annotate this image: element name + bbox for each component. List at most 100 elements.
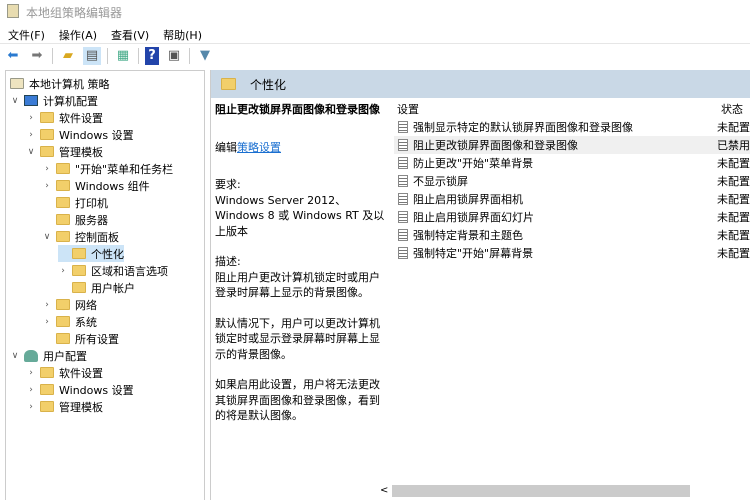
policy-icon bbox=[398, 247, 408, 259]
folder-icon bbox=[72, 282, 86, 293]
menu-help[interactable]: 帮助(H) bbox=[163, 27, 202, 43]
table-row[interactable]: 阻止启用锁屏界面相机 未配置 bbox=[394, 190, 750, 208]
tree-item[interactable]: 所有设置 bbox=[42, 330, 119, 347]
column-header-setting[interactable]: 设置 bbox=[397, 100, 419, 118]
tree-item[interactable]: › 系统 bbox=[42, 313, 97, 330]
tree-item-label: 软件设置 bbox=[59, 111, 103, 125]
table-row[interactable]: 防止更改"开始"菜单背景 未配置 bbox=[394, 154, 750, 172]
folder-icon bbox=[40, 384, 54, 395]
folder-icon bbox=[56, 197, 70, 208]
expand-toggle-icon[interactable]: › bbox=[42, 164, 52, 174]
menu-action[interactable]: 操作(A) bbox=[59, 27, 97, 43]
expand-toggle-icon[interactable]: ∨ bbox=[42, 232, 52, 242]
expand-toggle-icon[interactable]: ∨ bbox=[10, 351, 20, 361]
help-icon[interactable]: ? bbox=[145, 46, 159, 65]
setting-state: 未配置 bbox=[717, 121, 750, 134]
tree-item-label: Windows 组件 bbox=[75, 179, 150, 193]
tree-item[interactable]: ∨ 计算机配置 bbox=[10, 92, 98, 109]
folder-icon bbox=[72, 248, 86, 259]
tree-item[interactable]: 本地计算机 策略 bbox=[10, 75, 110, 92]
show-hide-tree-icon[interactable]: ▤ bbox=[83, 46, 101, 65]
title-bar: 本地组策略编辑器 bbox=[0, 0, 750, 22]
tree-item-label: 系统 bbox=[75, 315, 97, 329]
setting-name: 强制特定背景和主题色 bbox=[413, 229, 523, 242]
table-row[interactable]: 不显示锁屏 未配置 bbox=[394, 172, 750, 190]
up-folder-icon[interactable]: ▰ bbox=[59, 47, 77, 65]
tree-item[interactable]: 用户帐户 bbox=[58, 279, 135, 296]
details-pane: 个性化 阻止更改锁屏界面图像和登录图像 编辑策略设置 要求: Windows Se… bbox=[210, 70, 750, 500]
horizontal-scrollbar[interactable] bbox=[392, 485, 690, 497]
folder-icon bbox=[56, 180, 70, 191]
expand-toggle-icon[interactable]: › bbox=[58, 266, 68, 276]
tree-item-label: 所有设置 bbox=[75, 332, 119, 346]
back-icon[interactable]: ⬅ bbox=[4, 47, 22, 65]
expand-toggle-icon[interactable]: › bbox=[26, 368, 36, 378]
tree-item[interactable]: 服务器 bbox=[42, 211, 108, 228]
expand-toggle-icon[interactable]: ∨ bbox=[26, 147, 36, 157]
expand-toggle-icon[interactable]: › bbox=[26, 385, 36, 395]
policy-icon bbox=[398, 175, 408, 187]
column-header-state[interactable]: 状态 bbox=[721, 100, 743, 118]
tree-item[interactable]: 个性化 bbox=[58, 245, 124, 262]
table-row[interactable]: 强制显示特定的默认锁屏界面图像和登录图像 未配置 bbox=[394, 118, 750, 136]
export-list-icon[interactable]: ▦ bbox=[114, 47, 132, 65]
tree-item-label: 服务器 bbox=[75, 213, 108, 227]
tree-item[interactable]: › Windows 组件 bbox=[42, 177, 150, 194]
tree-item-label: 区域和语言选项 bbox=[91, 264, 168, 278]
folder-icon bbox=[40, 129, 54, 140]
properties-icon[interactable]: ▣ bbox=[165, 47, 183, 65]
folder-icon bbox=[56, 333, 70, 344]
expand-toggle-icon[interactable]: › bbox=[42, 300, 52, 310]
table-row[interactable]: 阻止启用锁屏界面幻灯片 未配置 bbox=[394, 208, 750, 226]
tree-item[interactable]: › Windows 设置 bbox=[26, 126, 134, 143]
app-icon bbox=[7, 4, 19, 18]
separator bbox=[138, 47, 139, 64]
menu-bar: 文件(F) 操作(A) 查看(V) 帮助(H) bbox=[0, 23, 750, 43]
forward-icon[interactable]: ➡ bbox=[28, 47, 46, 65]
folder-icon bbox=[56, 299, 70, 310]
setting-state: 未配置 bbox=[717, 193, 750, 206]
expand-toggle-icon[interactable]: › bbox=[26, 130, 36, 140]
user-icon bbox=[24, 349, 38, 362]
expand-toggle-icon[interactable]: › bbox=[26, 113, 36, 123]
description-pane: 阻止更改锁屏界面图像和登录图像 编辑策略设置 要求: Windows Server… bbox=[215, 102, 387, 439]
tree-item[interactable]: › 区域和语言选项 bbox=[58, 262, 168, 279]
folder-icon bbox=[56, 214, 70, 225]
menu-file[interactable]: 文件(F) bbox=[8, 27, 45, 43]
tree-item[interactable]: › Windows 设置 bbox=[26, 381, 134, 398]
expand-toggle-icon[interactable]: › bbox=[42, 181, 52, 191]
tree-item[interactable]: 打印机 bbox=[42, 194, 108, 211]
table-row[interactable]: 阻止更改锁屏界面图像和登录图像 已禁用 bbox=[394, 136, 750, 154]
tree-item[interactable]: › 软件设置 bbox=[26, 109, 103, 126]
table-row[interactable]: 强制特定背景和主题色 未配置 bbox=[394, 226, 750, 244]
tree-item-label: 打印机 bbox=[75, 196, 108, 210]
tree-item-label: Windows 设置 bbox=[59, 128, 134, 142]
tree-item[interactable]: ∨ 用户配置 bbox=[10, 347, 87, 364]
tree-item[interactable]: ∨ 控制面板 bbox=[42, 228, 119, 245]
folder-icon bbox=[221, 78, 236, 90]
edit-label: 编辑 bbox=[215, 140, 237, 154]
tree-item-label: Windows 设置 bbox=[59, 383, 134, 397]
expand-toggle-icon[interactable]: ∨ bbox=[10, 96, 20, 106]
tree-item[interactable]: ∨ 管理模板 bbox=[26, 143, 103, 160]
setting-name: 不显示锁屏 bbox=[413, 175, 468, 188]
tree-item[interactable]: › 管理模板 bbox=[26, 398, 103, 415]
section-title: 个性化 bbox=[250, 77, 287, 92]
setting-name: 强制显示特定的默认锁屏界面图像和登录图像 bbox=[413, 121, 633, 134]
menu-view[interactable]: 查看(V) bbox=[111, 27, 149, 43]
expand-toggle-icon[interactable]: › bbox=[42, 317, 52, 327]
folder-icon bbox=[56, 316, 70, 327]
policy-settings-link[interactable]: 策略设置 bbox=[237, 141, 281, 154]
description-label: 描述: bbox=[215, 255, 241, 268]
folder-icon bbox=[40, 112, 54, 123]
scroll-left-button[interactable]: < bbox=[380, 485, 388, 496]
table-row[interactable]: 强制特定"开始"屏幕背景 未配置 bbox=[394, 244, 750, 262]
tree-item-label: 软件设置 bbox=[59, 366, 103, 380]
expand-toggle-icon[interactable]: › bbox=[26, 402, 36, 412]
tree-item[interactable]: › 软件设置 bbox=[26, 364, 103, 381]
setting-name: 防止更改"开始"菜单背景 bbox=[413, 157, 534, 170]
tree-item-label: "开始"菜单和任务栏 bbox=[75, 162, 174, 176]
filter-icon[interactable]: ▼ bbox=[196, 47, 214, 65]
tree-item[interactable]: › "开始"菜单和任务栏 bbox=[42, 160, 173, 177]
tree-item[interactable]: › 网络 bbox=[42, 296, 97, 313]
